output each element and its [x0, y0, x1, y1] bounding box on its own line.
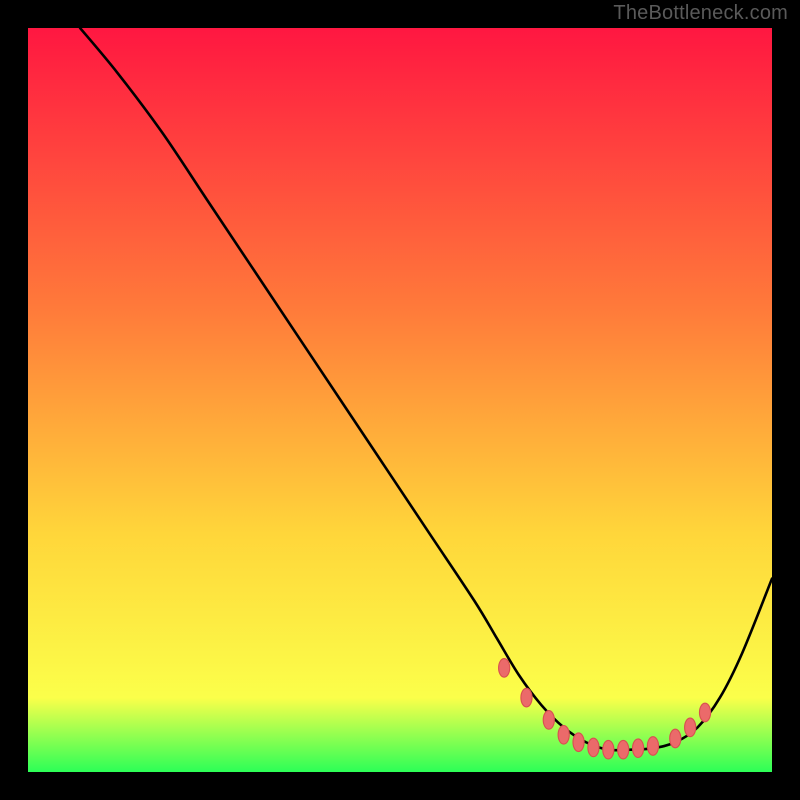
highlight-dot: [699, 703, 710, 722]
highlight-dot: [499, 659, 510, 678]
highlight-dot: [558, 726, 569, 745]
highlight-dot: [685, 718, 696, 737]
highlight-dot: [633, 739, 644, 758]
plot-area: [28, 28, 772, 772]
highlight-dot: [603, 740, 614, 759]
highlight-dot: [588, 738, 599, 757]
highlight-dot: [647, 737, 658, 756]
highlight-dot: [618, 740, 629, 759]
highlight-dot: [573, 733, 584, 752]
highlight-dot: [543, 711, 554, 730]
highlight-dot: [670, 729, 681, 748]
watermark-text: TheBottleneck.com: [613, 2, 788, 25]
chart-svg: [28, 28, 772, 772]
gradient-background: [28, 28, 772, 772]
chart-frame: TheBottleneck.com: [0, 0, 800, 800]
highlight-dot: [521, 688, 532, 707]
